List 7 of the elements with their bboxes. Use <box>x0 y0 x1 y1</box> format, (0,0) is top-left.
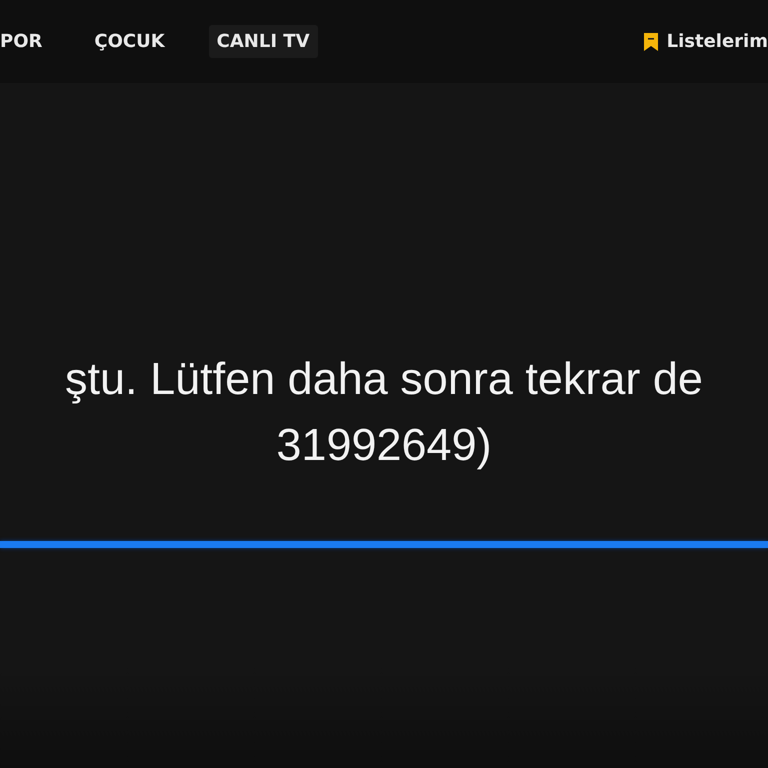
error-message: 31992649) <box>276 418 492 470</box>
nav-tab[interactable]: CANLI TV <box>208 25 318 58</box>
nav-tab[interactable]: POR <box>0 25 50 58</box>
bookmark-icon <box>644 32 658 50</box>
nav-tab[interactable]: ÇOCUK <box>86 25 173 58</box>
error-message: ştu. Lütfen daha sonra tekrar de <box>65 353 703 405</box>
lists-link[interactable]: Listelerim <box>644 31 768 52</box>
